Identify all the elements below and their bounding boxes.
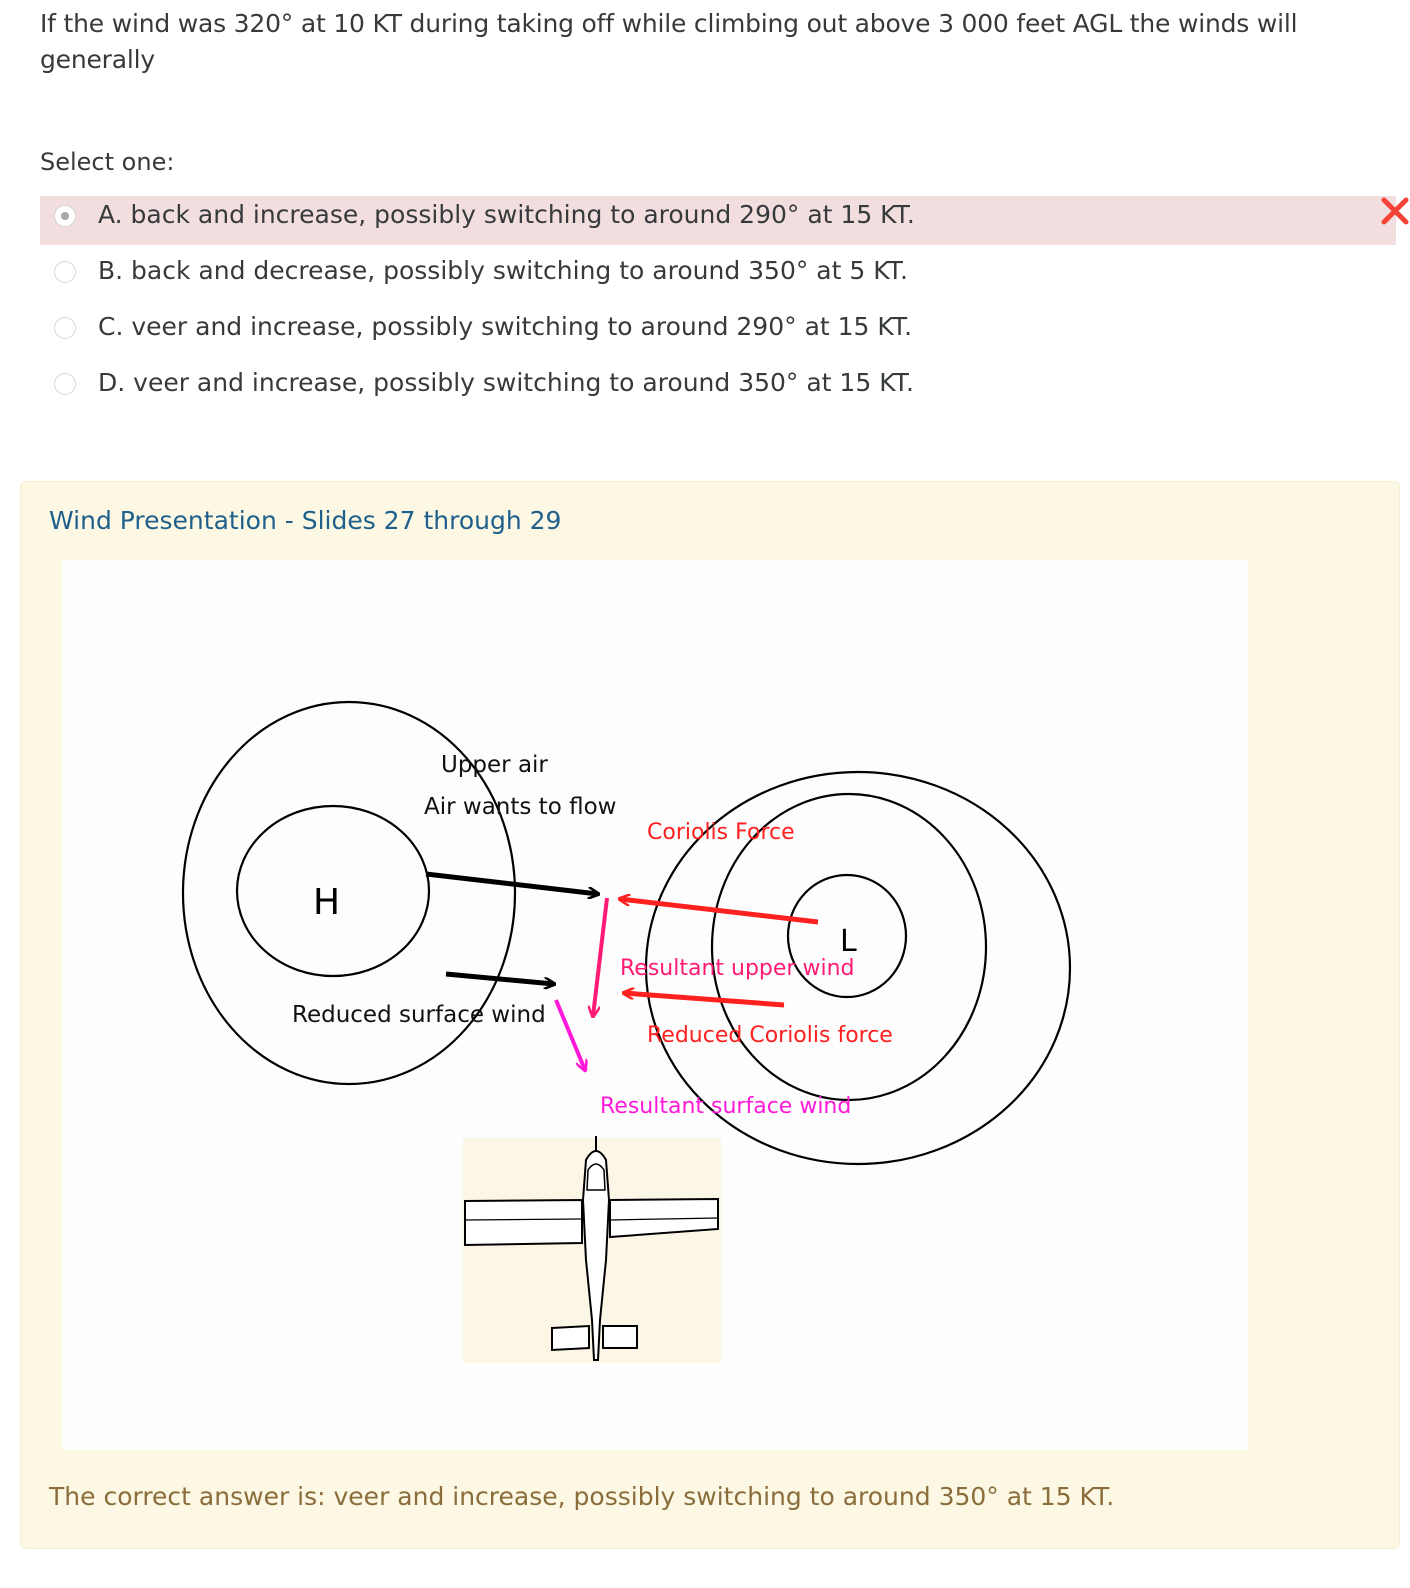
question-text: If the wind was 320° at 10 KT during tak… bbox=[40, 9, 1298, 74]
answer-option-a[interactable]: A. back and increase, possibly switching… bbox=[40, 196, 1409, 245]
correct-answer-text: The correct answer is: veer and increase… bbox=[49, 1482, 1115, 1511]
upper-air-label: Upper air bbox=[441, 752, 548, 778]
airplane-icon bbox=[463, 1136, 721, 1363]
resultant-upper-wind-label: Resultant upper wind bbox=[620, 956, 854, 981]
answer-label-c: C. veer and increase, possibly switching… bbox=[98, 312, 913, 341]
air-flow-arrow bbox=[425, 871, 598, 894]
answer-label-b: B. back and decrease, possibly switching… bbox=[98, 256, 908, 285]
radio-button-d[interactable] bbox=[54, 373, 76, 395]
radio-button-a[interactable] bbox=[54, 205, 76, 227]
coriolis-force-label: Coriolis Force bbox=[647, 820, 795, 845]
resultant-upper-wind-arrow bbox=[593, 897, 609, 1016]
answer-list: A. back and increase, possibly switching… bbox=[40, 196, 1410, 413]
incorrect-x-icon bbox=[1381, 197, 1409, 225]
answer-label-a: A. back and increase, possibly switching… bbox=[98, 200, 915, 229]
answer-option-b[interactable]: B. back and decrease, possibly switching… bbox=[40, 252, 1396, 301]
high-pressure-label: H bbox=[313, 882, 340, 923]
resultant-surface-wind-arrow bbox=[554, 999, 585, 1070]
select-one-prompt: Select one: bbox=[40, 148, 175, 176]
answer-option-d[interactable]: D. veer and increase, possibly switching… bbox=[40, 364, 1396, 413]
reduced-coriolis-force-label: Reduced Coriolis force bbox=[647, 1023, 893, 1048]
air-wants-to-flow-label: Air wants to flow bbox=[424, 794, 616, 820]
radio-button-c[interactable] bbox=[54, 317, 76, 339]
reduced-surface-wind-label: Reduced surface wind bbox=[292, 1002, 546, 1028]
answer-label-d: D. veer and increase, possibly switching… bbox=[98, 368, 914, 397]
low-pressure-label: L bbox=[840, 924, 857, 959]
wind-diagram: H L Upper air Air wants to flow Coriolis… bbox=[181, 700, 1072, 1363]
feedback-panel: Wind Presentation - Slides 27 through 29 bbox=[20, 481, 1400, 1549]
resultant-surface-wind-label: Resultant surface wind bbox=[600, 1094, 851, 1119]
surface-flow-arrow bbox=[445, 971, 554, 984]
answer-option-c[interactable]: C. veer and increase, possibly switching… bbox=[40, 308, 1396, 357]
radio-button-b[interactable] bbox=[54, 261, 76, 283]
wind-diagram-figure: H L Upper air Air wants to flow Coriolis… bbox=[62, 560, 1248, 1450]
wind-presentation-link[interactable]: Wind Presentation - Slides 27 through 29 bbox=[49, 506, 561, 535]
